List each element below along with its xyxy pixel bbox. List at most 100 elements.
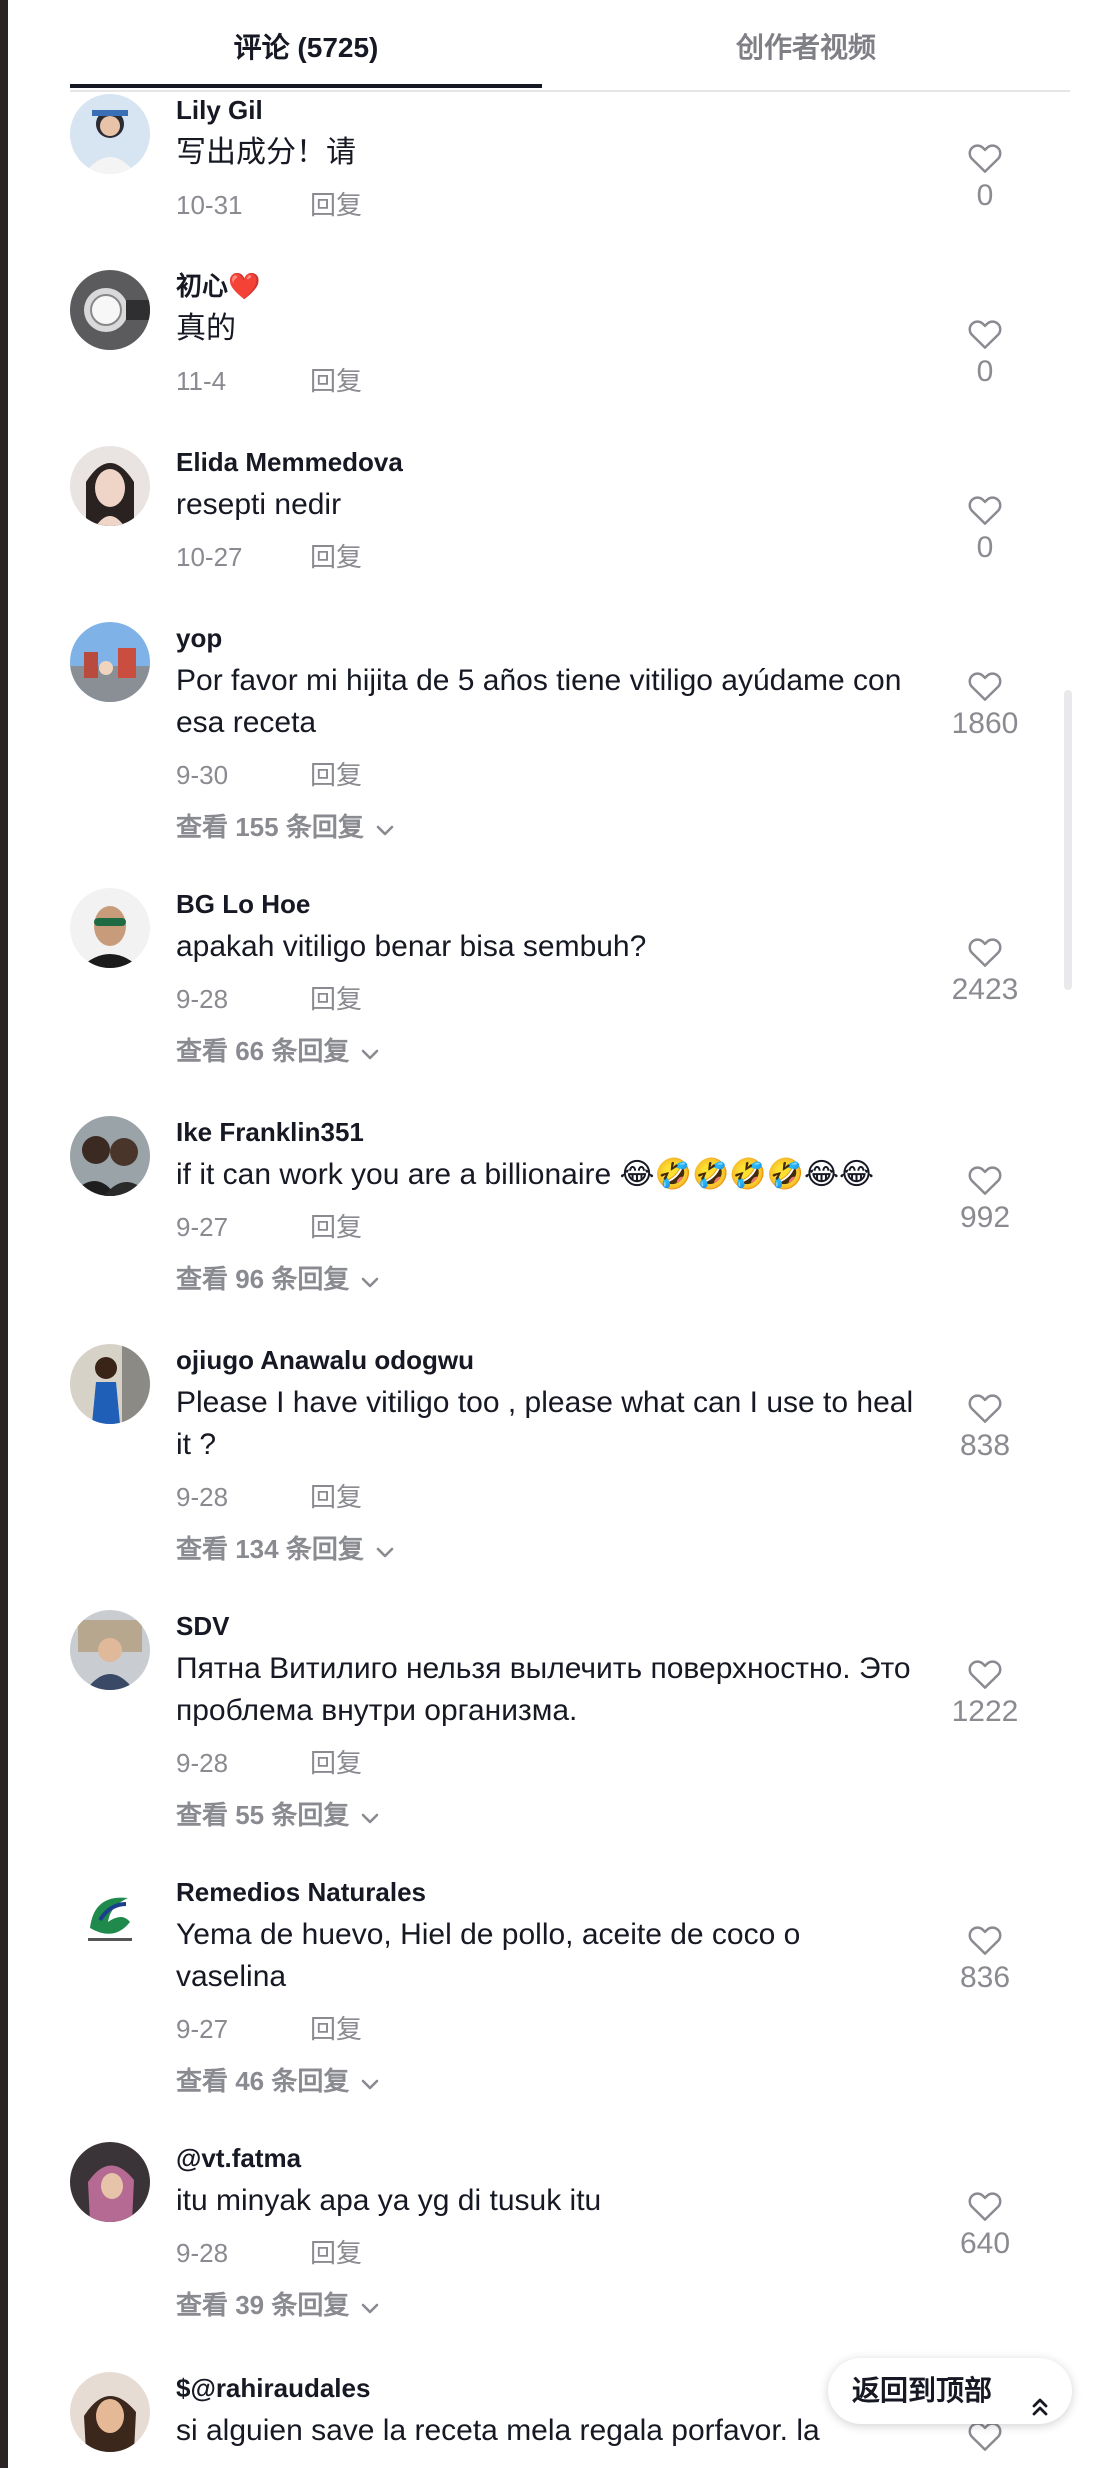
- like-count: 2423: [951, 973, 1019, 1006]
- comment-date: 9-27: [176, 1212, 229, 1242]
- view-replies-button[interactable]: 查看 55 条回复: [176, 1798, 916, 1832]
- like-button[interactable]: 838: [940, 1390, 1030, 1464]
- avatar[interactable]: [70, 2142, 150, 2222]
- avatar[interactable]: [70, 2372, 150, 2452]
- reply-button[interactable]: 回复: [310, 188, 362, 222]
- like-count: 836: [959, 1961, 1011, 1994]
- like-count: 1222: [951, 1695, 1019, 1728]
- reply-button[interactable]: 回复: [310, 982, 362, 1016]
- comment-username[interactable]: $@rahiraudales: [176, 2372, 916, 2404]
- reply-button[interactable]: 回复: [310, 2236, 362, 2270]
- comment-text: Por favor mi hijita de 5 años tiene viti…: [176, 664, 902, 739]
- view-replies-label: 查看 155 条回复: [176, 812, 364, 842]
- chevron-down-icon: [359, 2290, 381, 2324]
- like-button[interactable]: 836: [940, 1922, 1030, 1996]
- avatar[interactable]: [70, 446, 150, 526]
- chevron-down-icon: [374, 1534, 396, 1568]
- like-button[interactable]: 992: [940, 1162, 1030, 1236]
- heart-icon: [968, 938, 1002, 967]
- comment-username[interactable]: Lily Gil: [176, 94, 916, 126]
- comment-username[interactable]: 初心❤️: [176, 270, 916, 302]
- reply-button[interactable]: 回复: [310, 1746, 362, 1780]
- like-button[interactable]: 640: [940, 2188, 1030, 2262]
- like-count: 1860: [951, 707, 1019, 740]
- comment-date: 9-27: [176, 2014, 229, 2044]
- comment-date: 9-28: [176, 2238, 229, 2268]
- like-button[interactable]: 1860: [940, 668, 1030, 742]
- tab-creator-videos[interactable]: 创作者视频: [542, 26, 1070, 66]
- scrollbar[interactable]: [1064, 690, 1072, 990]
- comment-date: 9-30: [176, 760, 229, 790]
- comment-date: 9-28: [176, 1748, 229, 1778]
- view-replies-label: 查看 39 条回复: [176, 2290, 350, 2320]
- comment-text: if it can work you are a billionaire 😂🤣🤣…: [176, 1158, 875, 1191]
- like-count: 992: [959, 1201, 1011, 1234]
- back-to-top-button[interactable]: 返回到顶部: [828, 2358, 1072, 2424]
- chevron-down-icon: [359, 1800, 381, 1834]
- avatar[interactable]: [70, 888, 150, 968]
- avatar[interactable]: [70, 622, 150, 702]
- avatar[interactable]: [70, 1116, 150, 1196]
- chevron-down-icon: [359, 1036, 381, 1070]
- chevron-down-icon: [359, 2066, 381, 2100]
- comment-date: 11-4: [176, 366, 227, 396]
- comment-date: 10-27: [176, 542, 243, 572]
- view-replies-label: 查看 134 条回复: [176, 1534, 364, 1564]
- view-replies-label: 查看 46 条回复: [176, 2066, 350, 2096]
- comments-page: 评论 (5725) 创作者视频 Lily Gil 写出成分！请 10-31 回复…: [8, 0, 1072, 2468]
- avatar[interactable]: [70, 1344, 150, 1424]
- view-replies-button[interactable]: 查看 39 条回复: [176, 2288, 916, 2322]
- view-replies-button[interactable]: 查看 155 条回复: [176, 810, 916, 844]
- heart-icon: [968, 496, 1002, 525]
- like-button[interactable]: 0: [940, 140, 1030, 214]
- avatar[interactable]: [70, 94, 150, 174]
- comment-username[interactable]: Ike Franklin351: [176, 1116, 916, 1148]
- comment-text: apakah vitiligo benar bisa sembuh?: [176, 930, 647, 963]
- comment-username[interactable]: Remedios Naturales: [176, 1876, 916, 1908]
- back-to-top-label: 返回到顶部: [852, 2375, 993, 2406]
- heart-icon: [968, 1166, 1002, 1195]
- reply-button[interactable]: 回复: [310, 364, 362, 398]
- heart-icon: [968, 1394, 1002, 1423]
- like-button[interactable]: 0: [940, 316, 1030, 390]
- comment-username[interactable]: yop: [176, 622, 916, 654]
- like-button[interactable]: 0: [940, 492, 1030, 566]
- view-replies-button[interactable]: 查看 66 条回复: [176, 1034, 916, 1068]
- reply-button[interactable]: 回复: [310, 1480, 362, 1514]
- like-count: 0: [976, 531, 994, 564]
- chevron-down-icon: [359, 1264, 381, 1298]
- comment-username[interactable]: Elida Memmedova: [176, 446, 916, 478]
- avatar[interactable]: [70, 1876, 150, 1956]
- avatar[interactable]: [70, 270, 150, 350]
- view-replies-label: 查看 55 条回复: [176, 1800, 350, 1830]
- like-count: 640: [959, 2227, 1011, 2260]
- reply-button[interactable]: 回复: [310, 2012, 362, 2046]
- view-replies-button[interactable]: 查看 134 条回复: [176, 1532, 916, 1566]
- reply-button[interactable]: 回复: [310, 540, 362, 574]
- comment-username[interactable]: SDV: [176, 1610, 916, 1642]
- view-replies-button[interactable]: 查看 46 条回复: [176, 2064, 916, 2098]
- heart-icon: [968, 1660, 1002, 1689]
- comment-username[interactable]: ojiugo Anawalu odogwu: [176, 1344, 916, 1376]
- like-button[interactable]: 1222: [940, 1656, 1030, 1730]
- like-button[interactable]: 2423: [940, 934, 1030, 1008]
- comment-date: 9-28: [176, 1482, 229, 1512]
- heart-icon: [968, 144, 1002, 173]
- tab-comments[interactable]: 评论 (5725): [70, 26, 542, 66]
- heart-icon: [968, 320, 1002, 349]
- comment-text: resepti nedir: [176, 488, 342, 521]
- comment-username[interactable]: BG Lo Hoe: [176, 888, 916, 920]
- heart-icon: [968, 2192, 1002, 2221]
- view-replies-button[interactable]: 查看 96 条回复: [176, 1262, 916, 1296]
- comment-date: 9-28: [176, 984, 229, 1014]
- comment-username[interactable]: @vt.fatma: [176, 2142, 916, 2174]
- reply-button[interactable]: 回复: [310, 758, 362, 792]
- reply-button[interactable]: 回复: [310, 1210, 362, 1244]
- like-count: 838: [959, 1429, 1011, 1462]
- comment-text: itu minyak apa ya yg di tusuk itu: [176, 2184, 602, 2217]
- heart-icon: [968, 672, 1002, 701]
- avatar[interactable]: [70, 1610, 150, 1690]
- heart-icon: [968, 1926, 1002, 1955]
- view-replies-label: 查看 66 条回复: [176, 1036, 350, 1066]
- active-tab-indicator: [70, 84, 542, 88]
